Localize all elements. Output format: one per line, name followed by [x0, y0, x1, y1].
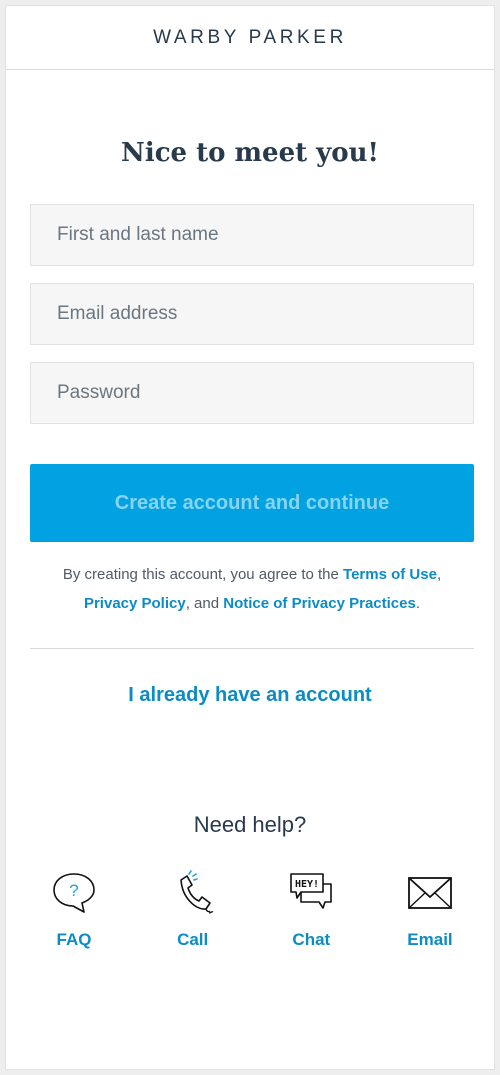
terms-prefix: By creating this account, you agree to t…	[62, 566, 344, 583]
sign-in-link[interactable]: I already have an account	[6, 684, 494, 707]
terms-notice: By creating this account, you agree to t…	[30, 560, 474, 618]
chat-label: Chat	[292, 930, 331, 949]
faq-question-mark: ?	[69, 881, 78, 900]
call-option[interactable]: Call	[149, 870, 237, 950]
page-title: Nice to meet you!	[121, 138, 379, 168]
privacy-policy-link[interactable]: Privacy Policy	[84, 595, 186, 612]
password-input[interactable]	[30, 362, 474, 424]
terms-of-use-link[interactable]: Terms of Use	[343, 566, 437, 583]
name-input[interactable]	[30, 204, 474, 266]
envelope-icon	[408, 877, 452, 909]
divider	[30, 648, 474, 649]
email-input[interactable]	[30, 283, 474, 345]
terms-suffix: .	[415, 595, 421, 612]
terms-sep1: ,	[436, 566, 442, 583]
warby-parker-logo[interactable]: WARBY PARKER	[153, 27, 347, 49]
call-label: Call	[177, 930, 209, 949]
faq-label: FAQ	[56, 930, 92, 949]
signup-page: WARBY PARKER Nice to meet you! Create ac…	[5, 5, 495, 1070]
help-options: ? FAQ Call HEY! Chat Email	[30, 870, 474, 950]
chat-hey-text: HEY!	[295, 879, 319, 890]
site-header: WARBY PARKER	[6, 6, 494, 70]
create-account-button[interactable]: Create account and continue	[30, 464, 474, 542]
chat-option[interactable]: HEY! Chat	[267, 870, 355, 950]
email-option[interactable]: Email	[386, 870, 474, 950]
faq-bubble-icon: ?	[53, 873, 95, 913]
privacy-practices-link[interactable]: Notice of Privacy Practices	[223, 595, 416, 612]
help-title: Need help?	[193, 812, 307, 837]
terms-sep2: , and	[185, 595, 224, 612]
chat-hey-icon: HEY!	[290, 873, 333, 909]
email-label: Email	[407, 930, 453, 949]
faq-option[interactable]: ? FAQ	[30, 870, 118, 950]
phone-icon	[179, 870, 214, 914]
